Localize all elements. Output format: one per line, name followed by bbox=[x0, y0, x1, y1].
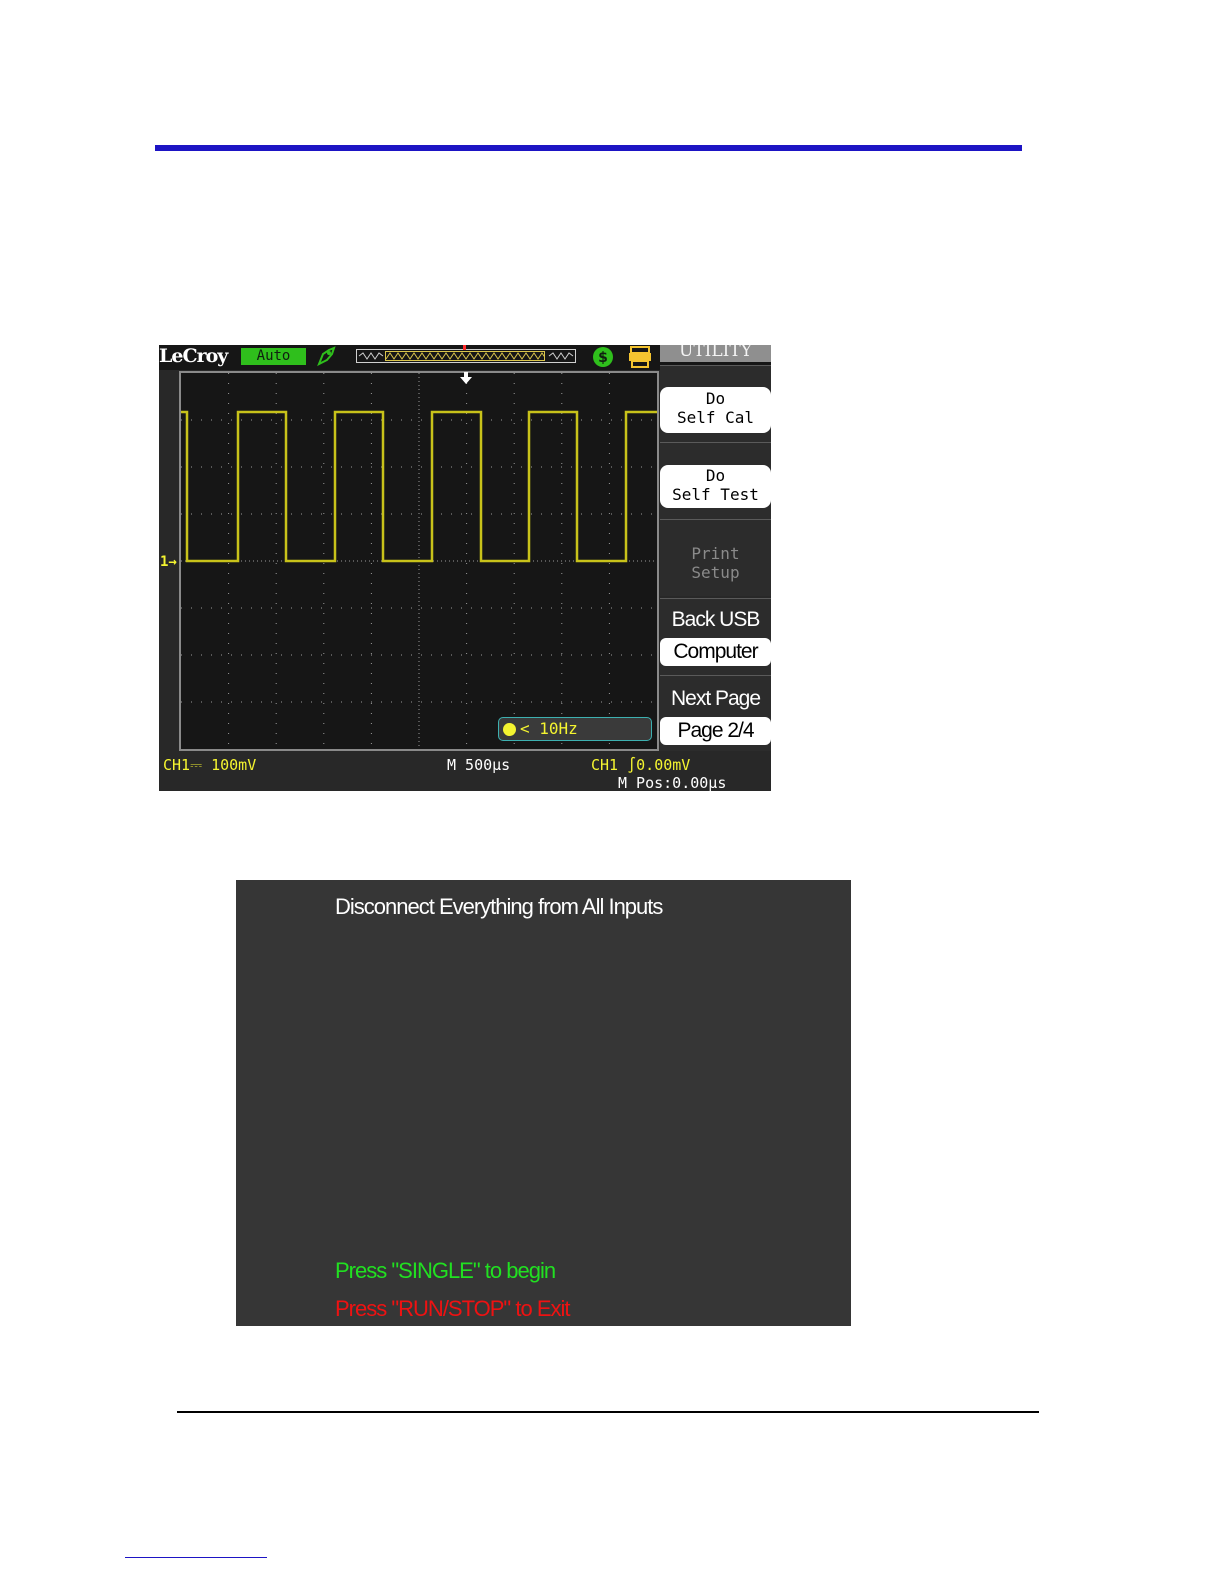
graticule-svg bbox=[181, 373, 657, 749]
self-test-line2: Self Test bbox=[672, 485, 759, 504]
next-page-button[interactable]: Page 2/4 bbox=[660, 717, 771, 745]
self-cal-line2: Self Cal bbox=[676, 408, 755, 427]
frequency-icon bbox=[503, 723, 516, 736]
trigger-arrow-icon bbox=[460, 372, 472, 384]
trigger-level: CH1 ∫0.00mV bbox=[591, 756, 691, 774]
waveform-graticule bbox=[179, 371, 659, 751]
brand-logo: LeCroy bbox=[159, 345, 228, 367]
back-usb-label: Back USB bbox=[671, 608, 761, 631]
ch1-waveform bbox=[181, 410, 657, 563]
dollar-icon: $ bbox=[592, 346, 614, 368]
self-test-line1: Do bbox=[705, 466, 726, 485]
print-setup-button[interactable]: Print Setup bbox=[660, 544, 771, 586]
memory-position-bar bbox=[356, 349, 576, 363]
trigger-position-marker bbox=[463, 345, 466, 350]
frequency-counter: < 10Hz bbox=[498, 717, 652, 741]
memory-window bbox=[385, 351, 545, 361]
do-self-test-button[interactable]: Do Self Test bbox=[660, 465, 771, 508]
calibration-instruction: Disconnect Everything from All Inputs bbox=[335, 894, 663, 919]
header-rule bbox=[155, 145, 1022, 151]
horizontal-position: M Pos:0.00μs bbox=[618, 774, 727, 791]
acquisition-mode-badge: Auto bbox=[241, 348, 306, 365]
exit-prompt: Press "RUN/STOP" to Exit bbox=[335, 1296, 570, 1321]
back-usb-select[interactable]: Computer bbox=[660, 638, 771, 666]
self-calibration-panel: Disconnect Everything from All Inputs Pr… bbox=[236, 880, 851, 1326]
menu-title: UTILITY bbox=[660, 345, 771, 362]
print-setup-line2: Setup bbox=[691, 563, 740, 582]
svg-text:$: $ bbox=[598, 350, 608, 366]
begin-prompt: Press "SINGLE" to begin bbox=[335, 1258, 556, 1283]
frequency-value: < 10Hz bbox=[520, 719, 578, 738]
next-page-label: Next Page bbox=[670, 687, 761, 710]
self-cal-line1: Do bbox=[705, 389, 726, 408]
timebase: M 500μs bbox=[447, 756, 511, 774]
ch1-scale: CH1⎓ 100mV bbox=[163, 756, 257, 774]
oscilloscope-screen: LeCroy Auto $ 1→ < 10Hz CH1⎓ 100mV M 500… bbox=[159, 345, 771, 791]
channel-ground-marker: 1→ bbox=[160, 554, 177, 570]
print-setup-line1: Print bbox=[691, 544, 740, 563]
printer-icon bbox=[627, 346, 653, 368]
footer-rule bbox=[177, 1411, 1039, 1413]
footer-link-underline bbox=[125, 1557, 267, 1558]
do-self-cal-button[interactable]: Do Self Cal bbox=[660, 387, 771, 433]
probe-icon bbox=[315, 345, 337, 367]
